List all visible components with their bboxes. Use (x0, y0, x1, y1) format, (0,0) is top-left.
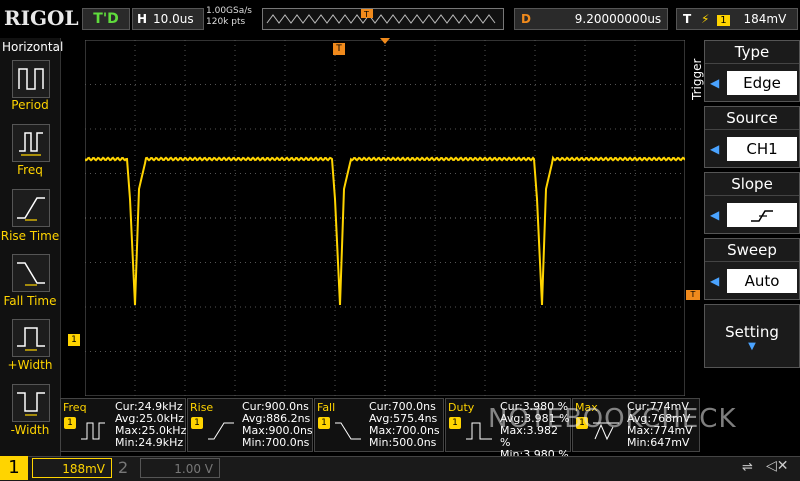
meas-title: Fall (317, 401, 336, 414)
meas-title: Rise (190, 401, 214, 414)
fall-time-icon (17, 262, 45, 286)
trigger-source-title: Source (705, 107, 799, 130)
left-arrow-icon: ◀ (710, 142, 720, 156)
delay-value: 9.20000000us (574, 12, 662, 26)
trigger-type-title: Type (705, 41, 799, 64)
measurement-rise[interactable]: Rise 1 Cur:900.0ns Avg:886.2ns Max:900.0ns… (187, 398, 313, 452)
fall-time-label: Fall Time (3, 294, 57, 308)
period-label: Period (11, 98, 49, 112)
speaker-muted-icon[interactable]: ◁✕ (766, 458, 789, 474)
memory-trigger-marker: T (363, 10, 369, 19)
trigger-setting-softkey[interactable]: Setting ▼ (704, 304, 800, 368)
meas-min: Min:24.9kHz (115, 436, 184, 449)
trigger-level-marker[interactable]: T (686, 290, 700, 300)
ch2-scale[interactable]: 1.00 V (140, 458, 220, 478)
trigger-channel-badge: 1 (717, 15, 730, 26)
freq-icon (19, 132, 43, 156)
run-state-badge[interactable]: T'D (82, 8, 130, 30)
setting-label: Setting (725, 323, 779, 341)
acquisition-info: 1.00GSa/s 120k pts (206, 6, 252, 28)
left-arrow-icon: ◀ (710, 208, 720, 222)
pos-width-label: +Width (7, 358, 53, 372)
trigger-source-softkey[interactable]: Source ◀ CH1 (704, 106, 800, 168)
delay-letter: D (521, 12, 531, 26)
trigger-position-marker[interactable]: T (333, 43, 345, 55)
memory-depth: 120k pts (206, 17, 246, 27)
usb-icon: ⇌ (742, 460, 753, 475)
timebase-value: 10.0us (153, 12, 194, 26)
freq-button[interactable] (12, 124, 50, 162)
period-icon (18, 68, 44, 90)
timebase-display[interactable]: H 10.0us (132, 8, 204, 30)
delay-pointer-icon (380, 38, 390, 44)
trigger-sweep-softkey[interactable]: Sweep ◀ Auto (704, 238, 800, 300)
measurement-freq[interactable]: Freq 1 Cur:24.9kHz Avg:25.0kHz Max:25.0kHz… (60, 398, 186, 452)
ch1-badge: 1 (318, 417, 330, 429)
meas-title: Freq (63, 401, 87, 414)
trigger-level: 184mV (743, 12, 787, 26)
horizontal-menu-title: Horizontal (2, 40, 64, 54)
freq-label: Freq (17, 163, 43, 177)
trigger-letter: T (683, 12, 692, 26)
trigger-source-value: CH1 (727, 137, 797, 161)
pos-width-icon (17, 327, 45, 351)
ch2-button[interactable]: 2 (118, 458, 136, 477)
rise-time-label: Rise Time (0, 229, 60, 243)
neg-width-icon (17, 392, 45, 416)
neg-width-button[interactable] (12, 384, 50, 422)
rise-time-icon (208, 422, 234, 440)
rising-edge-icon: ⚡ (701, 12, 710, 26)
rise-time-button[interactable] (12, 189, 50, 227)
trigger-type-value: Edge (727, 71, 797, 95)
trigger-sweep-title: Sweep (705, 239, 799, 262)
memory-waveform-icon: T (266, 9, 496, 24)
pos-width-button[interactable] (12, 319, 50, 357)
meas-title: Duty (448, 401, 475, 414)
watermark-logo: NOTEBOOKCHECK (488, 404, 737, 434)
waveform-display[interactable] (85, 40, 685, 396)
ch1-badge: 1 (449, 417, 461, 429)
measurement-fall[interactable]: Fall 1 Cur:700.0ns Avg:575.4ns Max:700.0ns… (314, 398, 444, 452)
sample-rate: 1.00GSa/s (206, 6, 252, 16)
trigger-sweep-value: Auto (727, 269, 797, 293)
ch1-scale[interactable]: 188mV (32, 458, 112, 478)
left-arrow-icon: ◀ (710, 76, 720, 90)
period-button[interactable] (12, 60, 50, 98)
trigger-slope-title: Slope (705, 173, 799, 196)
ch1-badge: 1 (191, 417, 203, 429)
meas-min: Min:647mV (627, 436, 690, 449)
ch1-button[interactable]: 1 (0, 456, 28, 480)
timebase-letter: H (137, 12, 148, 26)
brand-logo: RIGOL (4, 6, 79, 30)
fall-time-icon (335, 422, 361, 440)
meas-min: Min:700.0ns (242, 436, 310, 449)
neg-width-label: -Width (10, 423, 50, 437)
trigger-type-softkey[interactable]: Type ◀ Edge (704, 40, 800, 102)
chevron-down-icon: ▼ (748, 341, 756, 352)
trigger-status[interactable]: T ⚡ 1 184mV (676, 8, 798, 30)
meas-min: Min:500.0ns (369, 436, 437, 449)
left-arrow-icon: ◀ (710, 274, 720, 288)
fall-time-button[interactable] (12, 254, 50, 292)
trigger-slope-softkey[interactable]: Slope ◀ (704, 172, 800, 234)
rising-slope-icon (727, 203, 797, 227)
rise-time-icon (17, 197, 45, 221)
freq-icon (81, 422, 105, 440)
trigger-menu-label: Trigger (690, 58, 704, 100)
delay-display[interactable]: D 9.20000000us (514, 8, 668, 30)
memory-overview: T (262, 8, 504, 30)
ch1-badge: 1 (64, 417, 76, 429)
ch1-offset-marker[interactable]: 1 (68, 334, 80, 346)
